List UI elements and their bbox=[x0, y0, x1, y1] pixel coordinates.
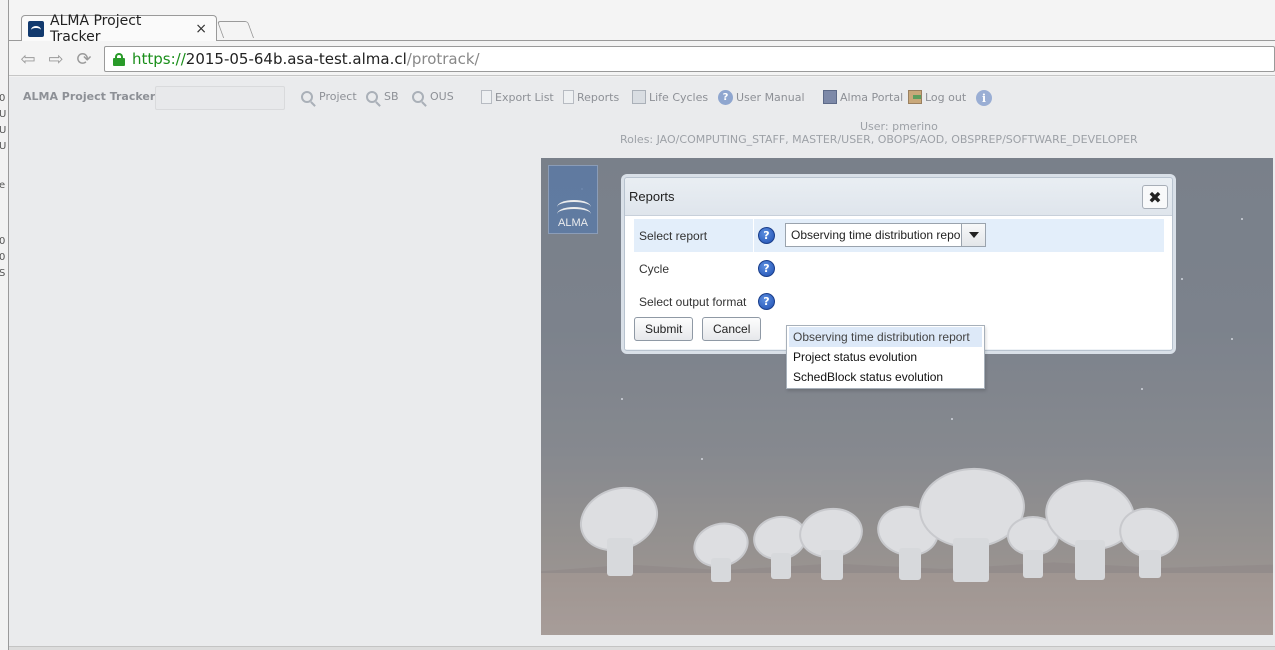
url-path: /protrack/ bbox=[406, 50, 480, 68]
close-icon[interactable]: ✖ bbox=[1142, 185, 1168, 209]
menu-log-out-label: Log out bbox=[925, 90, 967, 104]
report-dropdown-list: Observing time distribution report Proje… bbox=[786, 325, 985, 389]
cycle-icon bbox=[632, 90, 646, 104]
select-report-label: Select report bbox=[639, 228, 708, 243]
alma-favicon-icon bbox=[28, 21, 44, 37]
chevron-down-icon[interactable] bbox=[961, 224, 985, 246]
about-button[interactable]: i bbox=[976, 90, 992, 106]
output-format-label: Select output format bbox=[639, 294, 747, 309]
magnifier-icon bbox=[412, 90, 424, 103]
url-scheme: https:// bbox=[132, 50, 186, 68]
menu-project-label: Project bbox=[319, 90, 357, 103]
forward-icon[interactable]: ⇨ bbox=[45, 48, 67, 70]
page-bottom-border bbox=[9, 646, 1275, 650]
menu-sb[interactable]: SB bbox=[366, 90, 399, 103]
browser-window: ALMA Project Tracker × ⇦ ⇨ ⟳ https:// 20… bbox=[9, 0, 1275, 650]
help-icon[interactable]: ? bbox=[758, 227, 775, 244]
submit-button[interactable]: Submit bbox=[634, 317, 694, 341]
dropdown-option[interactable]: SchedBlock status evolution bbox=[789, 367, 982, 387]
browser-tab[interactable]: ALMA Project Tracker × bbox=[21, 13, 217, 45]
menu-sb-label: SB bbox=[384, 90, 399, 103]
page-content: ALMA Project Tracker Project SB OUS Expo… bbox=[9, 77, 1275, 650]
logout-icon bbox=[908, 90, 922, 104]
magnifier-icon bbox=[301, 90, 313, 103]
dropdown-option[interactable]: Observing time distribution report bbox=[789, 327, 982, 347]
output-format-row: Select output format ? bbox=[634, 285, 1164, 318]
dialog-title: Reports bbox=[629, 189, 675, 204]
logo-text: ALMA bbox=[558, 217, 588, 229]
lock-icon bbox=[113, 52, 125, 66]
portal-icon bbox=[823, 90, 837, 104]
reload-icon[interactable]: ⟳ bbox=[73, 48, 95, 70]
alma-logo: ALMA bbox=[548, 165, 598, 234]
help-icon[interactable]: ? bbox=[758, 293, 775, 310]
new-tab-button[interactable] bbox=[216, 21, 255, 38]
menu-user-manual[interactable]: ? User Manual bbox=[718, 90, 805, 105]
app-title: ALMA Project Tracker bbox=[23, 90, 156, 103]
address-bar[interactable]: https:// 2015-05-64b.asa-test.alma.cl /p… bbox=[104, 46, 1275, 72]
menu-alma-portal-label: Alma Portal bbox=[840, 90, 904, 104]
menu-alma-portal[interactable]: Alma Portal bbox=[823, 90, 903, 104]
browser-toolbar: ⇦ ⇨ ⟳ https:// 2015-05-64b.asa-test.alma… bbox=[9, 41, 1275, 76]
info-icon: i bbox=[976, 90, 992, 106]
menu-user-manual-label: User Manual bbox=[736, 91, 805, 104]
document-icon bbox=[563, 90, 574, 104]
app-menubar: ALMA Project Tracker Project SB OUS Expo… bbox=[9, 77, 1275, 121]
magnifier-icon bbox=[366, 90, 378, 103]
menu-export-list[interactable]: Export List bbox=[481, 90, 554, 104]
url-host: 2015-05-64b.asa-test.alma.cl bbox=[185, 50, 407, 68]
select-report-row: Select report ? Observing time distribut… bbox=[634, 219, 1164, 252]
quick-search-input[interactable] bbox=[155, 86, 285, 110]
dropdown-option[interactable]: Project status evolution bbox=[789, 347, 982, 367]
tab-strip: ALMA Project Tracker × bbox=[9, 0, 1275, 45]
cancel-button[interactable]: Cancel bbox=[702, 317, 762, 341]
cycle-label: Cycle bbox=[639, 261, 670, 276]
report-select[interactable]: Observing time distribution report bbox=[785, 223, 986, 247]
tab-close-icon[interactable]: × bbox=[195, 21, 207, 37]
document-icon bbox=[481, 90, 492, 104]
current-user: User: pmerino bbox=[860, 120, 938, 133]
cycle-row: Cycle ? bbox=[634, 252, 1164, 285]
back-icon[interactable]: ⇦ bbox=[17, 48, 39, 70]
report-select-value: Observing time distribution report bbox=[791, 228, 961, 242]
menu-life-cycles[interactable]: Life Cycles bbox=[632, 90, 708, 104]
menu-life-cycles-label: Life Cycles bbox=[649, 90, 709, 104]
question-icon: ? bbox=[718, 90, 733, 105]
menu-ous-label: OUS bbox=[430, 90, 454, 103]
menu-log-out[interactable]: Log out bbox=[908, 90, 966, 104]
menu-ous[interactable]: OUS bbox=[412, 90, 454, 103]
menu-reports-label: Reports bbox=[577, 90, 620, 104]
menu-export-list-label: Export List bbox=[495, 90, 554, 104]
dialog-header: Reports ✖ bbox=[625, 178, 1172, 216]
user-roles: Roles: JAO/COMPUTING_STAFF, MASTER/USER,… bbox=[620, 133, 1138, 146]
adjacent-window-edge: 0UUUe00S bbox=[0, 0, 9, 650]
menu-project[interactable]: Project bbox=[301, 90, 357, 103]
help-icon[interactable]: ? bbox=[758, 260, 775, 277]
menu-reports[interactable]: Reports bbox=[563, 90, 619, 104]
